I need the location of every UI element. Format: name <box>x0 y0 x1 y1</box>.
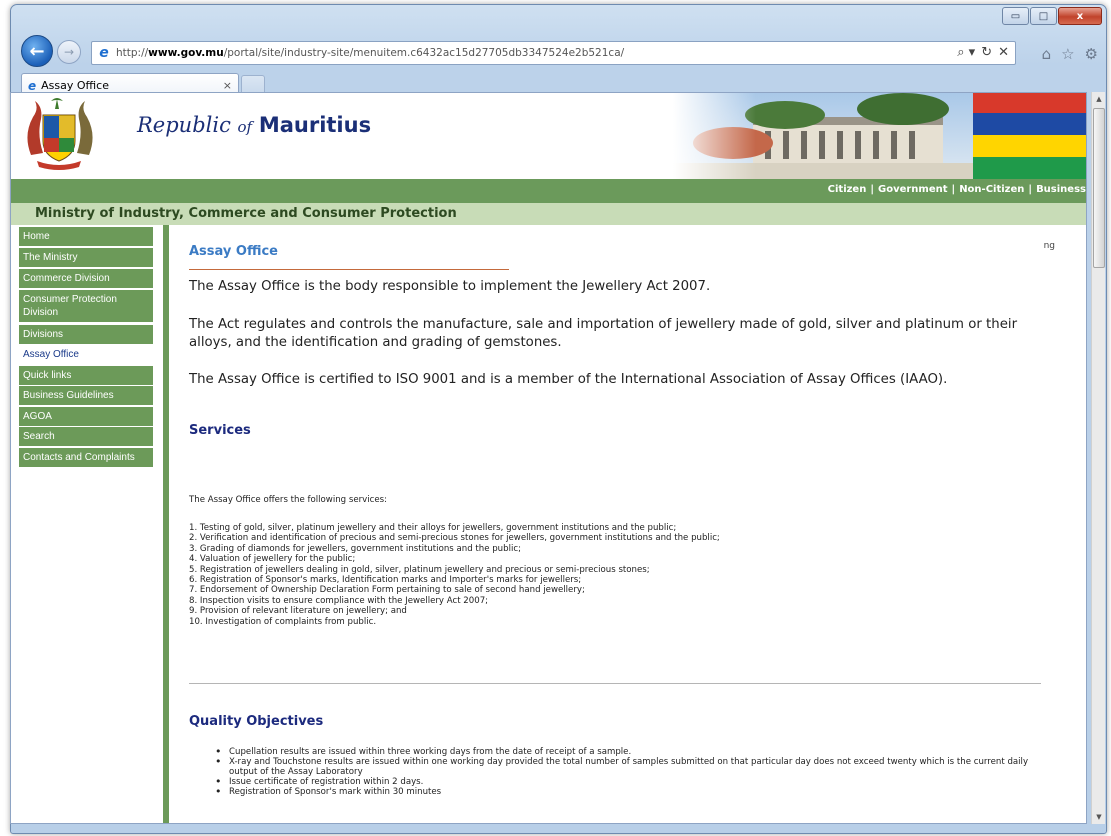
list-item: Registration of Sponsor's mark within 30… <box>215 787 1045 797</box>
back-arrow-icon: ← <box>29 40 45 62</box>
url-text[interactable]: http://www.gov.mu/portal/site/industry-s… <box>116 47 624 59</box>
quality-objectives-heading: Quality Objectives <box>189 714 324 729</box>
sidebar-item-business-guidelines[interactable]: Business Guidelines <box>19 386 153 405</box>
link-non-citizen[interactable]: Non-Citizen <box>959 184 1024 195</box>
list-item: X-ray and Touchstone results are issued … <box>215 757 1045 777</box>
close-window-button[interactable]: x <box>1058 7 1102 25</box>
sidebar-item-quick-links[interactable]: Quick links <box>19 366 153 385</box>
search-dropdown-icon[interactable]: ⌕ ▾ <box>957 45 975 60</box>
objectives-list: Cupellation results are issued within th… <box>215 747 1045 797</box>
list-item: 10. Investigation of complaints from pub… <box>189 616 377 627</box>
services-heading: Services <box>189 423 251 438</box>
url-domain: www.gov.mu <box>148 47 224 59</box>
main-content: ng Assay Office The Assay Office is the … <box>187 225 1067 823</box>
scrollbar-thumb[interactable] <box>1093 108 1105 268</box>
separator: | <box>1028 184 1033 195</box>
tools-gear-icon[interactable]: ⚙ <box>1085 45 1098 63</box>
title-of: of <box>237 118 253 136</box>
back-button[interactable]: ← <box>21 35 53 67</box>
sidebar-item-the-ministry[interactable]: The Ministry <box>19 248 153 267</box>
sidebar-divider <box>163 225 169 823</box>
list-item: Cupellation results are issued within th… <box>215 747 1045 757</box>
forward-arrow-icon: → <box>63 45 75 59</box>
url-path: /portal/site/industry-site/menuitem.c643… <box>223 47 625 59</box>
list-item: 4. Valuation of jewellery for the public… <box>189 554 356 565</box>
list-item: Issue certificate of registration within… <box>215 777 1045 787</box>
site-title: Republic of Mauritius <box>137 113 371 137</box>
title-country: Mauritius <box>258 113 372 137</box>
section-divider <box>189 683 1041 684</box>
heading-underline <box>189 269 509 270</box>
audience-bar: Citizen | Government | Non-Citizen | Business <box>11 179 1086 203</box>
scroll-up-icon[interactable]: ▲ <box>1092 92 1106 106</box>
minimize-button[interactable]: ▭ <box>1002 7 1029 25</box>
ie-tab-icon: e <box>28 78 37 93</box>
site-header: Republic of Mauritius <box>11 93 1086 179</box>
url-prefix: http:// <box>116 47 149 59</box>
list-item: 8. Inspection visits to ensure complianc… <box>189 595 489 606</box>
navigation-bar: ← → e http://www.gov.mu/portal/site/indu… <box>11 29 1106 69</box>
favorites-star-icon[interactable]: ☆ <box>1061 45 1074 63</box>
ministry-title: Ministry of Industry, Commerce and Consu… <box>35 206 457 221</box>
title-prefix: Republic <box>137 113 231 137</box>
link-business[interactable]: Business <box>1036 184 1086 195</box>
tab-close-icon[interactable]: × <box>223 79 232 92</box>
home-icon[interactable]: ⌂ <box>1042 45 1052 63</box>
page-title: Assay Office <box>189 244 278 259</box>
vertical-scrollbar[interactable]: ▲ ▼ <box>1091 92 1105 824</box>
address-bar[interactable]: e http://www.gov.mu/portal/site/industry… <box>91 41 1016 65</box>
audience-links: Citizen | Government | Non-Citizen | Business <box>828 184 1086 195</box>
window-controls: ▭ □ x <box>1002 7 1102 25</box>
list-item: 9. Provision of relevant literature on j… <box>189 606 407 617</box>
sidebar-item-contacts-and-complaints[interactable]: Contacts and Complaints <box>19 448 153 467</box>
ie-page-icon: e <box>99 45 109 61</box>
list-item: 5. Registration of jewellers dealing in … <box>189 564 650 575</box>
list-item: 2. Verification and identification of pr… <box>189 533 720 544</box>
sidebar-item-consumer-protection-division[interactable]: Consumer Protection Division <box>19 290 153 322</box>
list-item: 3. Grading of diamonds for jewellers, go… <box>189 543 521 554</box>
government-house-banner-image <box>673 93 1086 179</box>
sidebar-item-divisions[interactable]: Divisions <box>19 325 153 344</box>
maximize-button[interactable]: □ <box>1030 7 1057 25</box>
sidebar-item-commerce-division[interactable]: Commerce Division <box>19 269 153 288</box>
address-tools: ⌕ ▾ ↻ ✕ <box>957 45 1009 60</box>
act-paragraph: The Act regulates and controls the manuf… <box>189 317 1018 350</box>
forward-button[interactable]: → <box>57 40 81 64</box>
services-intro: The Assay Office offers the following se… <box>189 495 388 505</box>
coat-of-arms-logo <box>27 98 93 170</box>
stray-text: ng <box>1043 241 1055 251</box>
intro-paragraph: The Assay Office is the body responsible… <box>189 279 711 294</box>
iso-paragraph: The Assay Office is certified to ISO 900… <box>189 372 948 387</box>
sidebar-nav: Home The Ministry Commerce Division Cons… <box>11 225 169 823</box>
list-item: 6. Registration of Sponsor's marks, Iden… <box>189 575 582 586</box>
list-item: 7. Endorsement of Ownership Declaration … <box>189 585 585 596</box>
browser-toolbar-icons: ⌂ ☆ ⚙ <box>1042 45 1098 63</box>
refresh-icon[interactable]: ↻ <box>981 45 992 60</box>
sidebar-item-assay-office[interactable]: Assay Office <box>19 345 153 364</box>
stop-icon[interactable]: ✕ <box>998 45 1009 60</box>
services-list: 1. Testing of gold, silver, platinum jew… <box>189 523 720 627</box>
tab-title: Assay Office <box>41 79 109 92</box>
link-government[interactable]: Government <box>878 184 948 195</box>
scroll-down-icon[interactable]: ▼ <box>1092 810 1106 824</box>
link-citizen[interactable]: Citizen <box>828 184 867 195</box>
sidebar-item-search[interactable]: Search <box>19 427 153 446</box>
separator: | <box>951 184 956 195</box>
separator: | <box>870 184 874 195</box>
sidebar-item-agoa[interactable]: AGOA <box>19 407 153 426</box>
sidebar-item-home[interactable]: Home <box>19 227 153 246</box>
list-item: 1. Testing of gold, silver, platinum jew… <box>189 523 677 533</box>
ministry-band: Ministry of Industry, Commerce and Consu… <box>11 203 1086 225</box>
page-viewport: Republic of Mauritius Citizen | Governme… <box>10 92 1087 824</box>
